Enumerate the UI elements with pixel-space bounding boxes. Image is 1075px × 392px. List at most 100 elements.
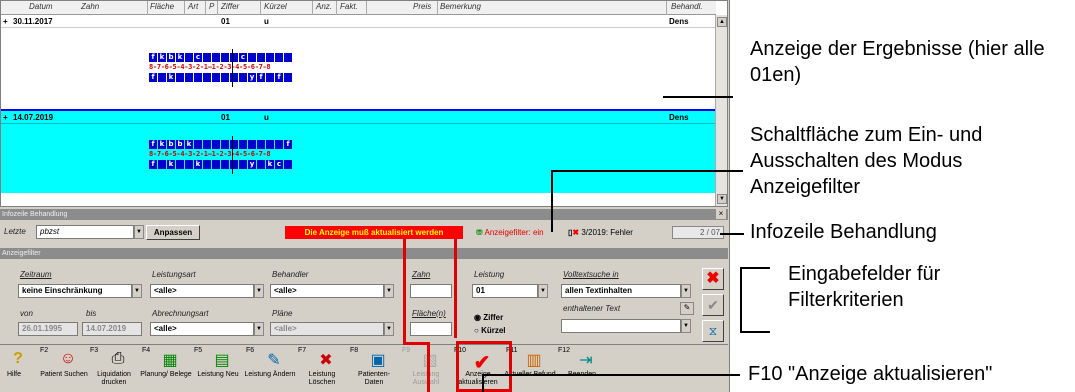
table-row-selected[interactable]: + 14.07.2019 01 u Dens fkbbkf 8-7-6-5-4-… <box>1 109 716 193</box>
behandler-select[interactable]: <alle> <box>270 284 384 298</box>
chevron-down-icon[interactable]: ▼ <box>254 284 264 298</box>
row-kuerzel: u <box>264 17 269 26</box>
col-zahn[interactable]: Zahn <box>81 2 99 11</box>
scroll-down-icon[interactable]: ▼ <box>717 194 727 204</box>
row-ziffer: 01 <box>221 17 230 26</box>
record-counter: 2 / 07 <box>672 226 724 239</box>
new-entry-icon: ▤ <box>214 352 230 369</box>
edit-icon: ✎ <box>267 352 281 369</box>
upper-teeth: fkbkcc <box>149 53 292 62</box>
callout-f10: F10 "Anzeige aktualisieren" <box>748 363 993 385</box>
callout-results: Anzeige der Ergebnisse (hier alle 01en) <box>750 38 1045 86</box>
leistung-field[interactable]: 01 <box>472 284 538 298</box>
row-date: 30.11.2017 <box>13 17 53 26</box>
col-kuerzel[interactable]: Kürzel <box>264 2 287 11</box>
f10-highlight <box>456 341 512 392</box>
x-icon: ✖ <box>706 270 720 287</box>
col-ziffer[interactable]: Ziffer <box>221 2 239 11</box>
apply-filter-button[interactable]: ✔ <box>702 294 724 316</box>
chevron-down-icon[interactable]: ▼ <box>681 319 691 333</box>
chevron-down-icon[interactable]: ▼ <box>384 322 394 336</box>
fkey-liquidation-drucken[interactable]: F3 ⎙ Liquidation drucken <box>88 345 140 392</box>
fkey-beenden[interactable]: F12⇥Beenden <box>556 345 608 392</box>
clear-filter-button[interactable]: ✖ <box>702 268 724 290</box>
infozeile: Letzte pbzst ▼ Anpassen Die Anzeige muß … <box>0 222 728 242</box>
application-window: Datum Zahn Fläche Art P Ziffer Kürzel An… <box>0 0 730 392</box>
fkey-leistung-neu[interactable]: F5 ▤ Leistung Neu <box>192 345 244 392</box>
tooth-numbers: 8-7-6-5-4-3-2-1—1-2-3-4-5-6-7-8 <box>149 150 271 158</box>
selection-icon: ▧ <box>422 352 438 369</box>
refresh-warning: Die Anzeige muß aktualisiert werden <box>285 226 463 239</box>
dental-chart: fkbkcc 8-7-6-5-4-3-2-1—1-2-3-4-5-6-7-8 f… <box>149 49 329 95</box>
delete-icon: ✖ <box>319 352 333 369</box>
upper-teeth: fkbbkf <box>149 140 292 149</box>
close-icon[interactable]: × <box>716 209 726 219</box>
callout-eingabe: Eingabefelder für Filterkriterien <box>788 263 941 311</box>
anzeigefilter-titlebar: Anzeigefilter <box>0 248 728 259</box>
chevron-down-icon[interactable]: ▼ <box>254 322 264 336</box>
results-grid: Datum Zahn Fläche Art P Ziffer Kürzel An… <box>0 0 728 207</box>
chevron-down-icon[interactable]: ▼ <box>384 284 394 298</box>
tooth-numbers: 8-7-6-5-4-3-2-1—1-2-3-4-5-6-7-8 <box>149 63 271 71</box>
checkmark-icon: ✔ <box>707 297 719 313</box>
infozeile-titlebar: Infozeile Behandlung × <box>0 209 728 220</box>
fkey-leistung-loeschen[interactable]: F7 ✖ Leistung Löschen <box>296 345 348 392</box>
volltext-select[interactable]: allen Textinhalten <box>561 284 681 298</box>
filter-panel: Zeitraum keine Einschränkung ▼ von bis 2… <box>0 260 728 345</box>
chevron-down-icon[interactable]: ▼ <box>134 225 144 239</box>
col-fakt[interactable]: Fakt. <box>340 2 358 11</box>
chevron-down-icon[interactable]: ▼ <box>681 284 691 298</box>
exit-door-icon: ⇥ <box>579 352 593 369</box>
col-preis[interactable]: Preis <box>413 2 431 11</box>
fkey-planung-belege[interactable]: F4 ▦ Planung/ Belege <box>140 345 192 392</box>
scroll-up-icon[interactable]: ▲ <box>717 17 727 27</box>
col-art[interactable]: Art <box>188 2 198 11</box>
annotation-line <box>403 238 406 345</box>
col-flaeche[interactable]: Fläche <box>150 2 174 11</box>
letzte-select[interactable]: pbzst <box>36 225 134 239</box>
fkey-leistung-auswahl[interactable]: F9 ▧ Leistung Auswahl <box>400 345 452 392</box>
zeitraum-select[interactable]: keine Einschränkung <box>18 284 132 298</box>
enthaltener-text-field[interactable] <box>561 319 681 333</box>
chevron-down-icon[interactable]: ▼ <box>538 284 548 298</box>
ziffer-radio[interactable]: ◉ Ziffer <box>474 313 503 322</box>
row-date: 14.07.2019 <box>13 113 54 122</box>
reset-filter-button[interactable]: ⧖ <box>702 320 724 342</box>
fkey-patienten-daten[interactable]: F8 ▣ Patienten- Daten <box>348 345 400 392</box>
anpassen-button[interactable]: Anpassen <box>146 225 200 240</box>
col-p[interactable]: P <box>209 2 214 11</box>
bis-date-field[interactable]: 14.07.2019 <box>82 322 142 336</box>
fkey-leistung-aendern[interactable]: F6 ✎ Leistung Ändern <box>244 345 296 392</box>
filter-reset-icon: ⧖ <box>708 324 718 338</box>
calculator-icon: ▦ <box>162 352 178 369</box>
col-datum[interactable]: Datum <box>29 2 53 11</box>
status-indicator[interactable]: ▯✖ 3/2019: Fehler <box>568 226 666 239</box>
von-date-field[interactable]: 26.01.1995 <box>18 322 78 336</box>
help-icon: ? <box>13 350 23 367</box>
lower-teeth: fkkykc <box>149 160 292 169</box>
chevron-down-icon[interactable]: ▼ <box>132 284 142 298</box>
col-behandler[interactable]: Behandl. <box>671 2 703 11</box>
zahn-field[interactable] <box>410 284 452 298</box>
table-row[interactable]: + 30.11.2017 01 u Dens fkbkcc 8-7-6-5-4-… <box>1 15 716 109</box>
flaeche-field[interactable] <box>410 322 452 336</box>
row-behandler: Dens <box>669 113 689 122</box>
leistungsart-select[interactable]: <alle> <box>150 284 254 298</box>
col-bemerkung[interactable]: Bemerkung <box>440 2 481 11</box>
plaene-select[interactable]: <alle> <box>270 322 384 336</box>
kuerzel-radio[interactable]: ○ Kürzel <box>474 326 506 335</box>
patient-icon: ☺ <box>59 350 77 367</box>
fkey-hilfe[interactable]: ? Hilfe <box>0 345 40 392</box>
patient-data-icon: ▣ <box>370 352 386 369</box>
fkey-patient-suchen[interactable]: F2 ☺ Patient Suchen <box>38 345 90 392</box>
row-behandler: Dens <box>669 17 689 26</box>
row-kuerzel: u <box>264 113 269 122</box>
col-anz[interactable]: Anz. <box>316 2 332 11</box>
abrechnungsart-select[interactable]: <alle> <box>150 322 254 336</box>
error-icon: ▯✖ <box>568 228 580 237</box>
row-ziffer: 01 <box>221 113 230 122</box>
dental-chart: fkbbkf 8-7-6-5-4-3-2-1—1-2-3-4-5-6-7-8 f… <box>149 136 329 182</box>
vertical-scrollbar[interactable]: ▲ ▼ <box>715 15 727 206</box>
text-editor-icon[interactable]: ✎ <box>680 302 694 315</box>
callout-infozeile: Infozeile Behandlung <box>750 221 937 243</box>
